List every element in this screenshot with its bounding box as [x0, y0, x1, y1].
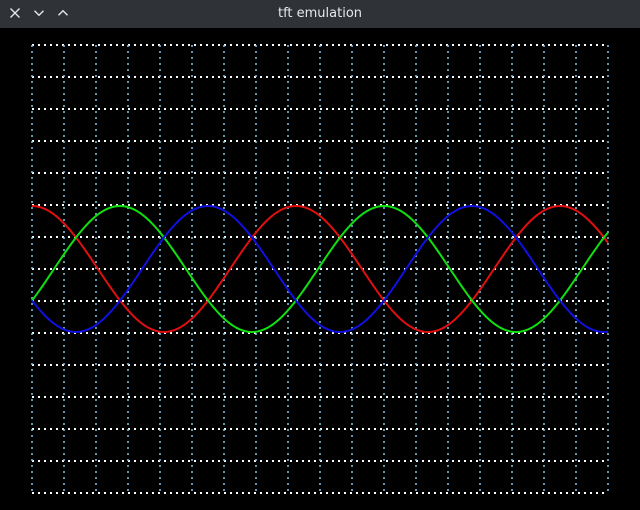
window-title: tft emulation — [277, 6, 363, 21]
scope-display — [0, 28, 640, 510]
app-window: tft emulation — [0, 0, 640, 510]
title-bar: tft emulation — [0, 0, 640, 28]
oscilloscope-chart — [31, 44, 609, 494]
grid — [31, 44, 609, 494]
